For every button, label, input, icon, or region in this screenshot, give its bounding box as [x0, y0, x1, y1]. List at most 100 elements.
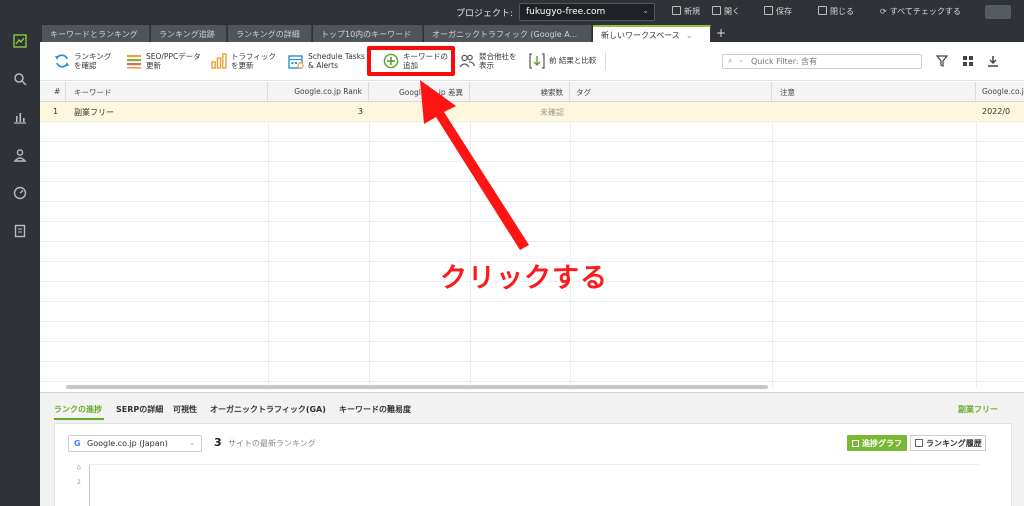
tab-keyword-difficulty[interactable]: キーワードの難易度: [339, 404, 411, 415]
quick-filter-input[interactable]: [751, 56, 916, 67]
bar-chart-icon[interactable]: [11, 110, 29, 128]
empty-row: [40, 202, 1024, 222]
schedule-tasks-button[interactable]: Schedule Tasks & Alerts: [288, 51, 366, 73]
col-header-note[interactable]: 注意: [772, 82, 976, 102]
active-tab-underline: [54, 418, 104, 420]
close-icon: [818, 6, 827, 15]
chart-tick-label: 0: [77, 465, 81, 472]
save-icon: [764, 6, 773, 15]
top-bar: プロジェクト: fukugyo-free.com ⌄ 新規 開く 保存 閉じる …: [0, 0, 1024, 24]
show-competitors-button[interactable]: 競合他社を 表示: [459, 51, 523, 73]
users-icon: [459, 54, 475, 68]
google-icon: G: [74, 439, 81, 448]
tab-rank-progress[interactable]: ランクの進捗: [54, 404, 102, 415]
progress-graph-button[interactable]: 進捗グラフ: [847, 435, 907, 451]
tab-organic-traffic[interactable]: オーガニックトラフィック (Google A...: [424, 25, 592, 42]
row-volume: 未確認: [540, 108, 564, 117]
col-header-num[interactable]: #: [40, 82, 66, 102]
open-button[interactable]: 開く: [712, 6, 740, 17]
calendar-icon: [288, 55, 304, 69]
col-header-diff[interactable]: Google.co.jp 差異: [369, 82, 470, 102]
workspace-tabs: キーワードとランキング ランキング追跡 ランキングの詳細 トップ10内のキーワー…: [40, 24, 1024, 42]
update-seo-ppc-button[interactable]: SEO/PPCデータ 更新: [126, 51, 202, 73]
chart-tick-label: 2: [77, 479, 81, 486]
new-file-icon: [672, 6, 681, 15]
col-header-tag[interactable]: タグ: [570, 82, 772, 102]
sidebar: [0, 24, 40, 506]
highlight-box: [367, 46, 455, 76]
tab-visibility[interactable]: 可視性: [173, 404, 197, 415]
filter-icon[interactable]: [935, 55, 949, 69]
empty-row: [40, 222, 1024, 242]
empty-row: [40, 302, 1024, 322]
toolbar: ランキング を確認 SEO/PPCデータ 更新 トラフィック を更新 Sched…: [40, 42, 1024, 81]
row-tag: [570, 102, 772, 122]
gauge-icon[interactable]: [11, 186, 29, 204]
annotation-text: クリックする: [440, 263, 608, 294]
rank-progress-card: G Google.co.jp (Japan) ⌄ 3 サイトの最新ランキング 進…: [54, 423, 1012, 506]
latest-rank-value: 3: [214, 436, 222, 449]
check-rankings-button[interactable]: ランキング を確認: [54, 51, 116, 73]
compare-results-label: 前 結果と比較: [549, 56, 597, 65]
col-header-volume[interactable]: 検索数: [470, 82, 570, 102]
empty-row: [40, 182, 1024, 202]
tab-organic-traffic-ga[interactable]: オーガニックトラフィック(GA): [210, 404, 326, 415]
save-button[interactable]: 保存: [764, 6, 792, 17]
user-icon[interactable]: [11, 148, 29, 166]
checkbox-icon: [852, 440, 859, 447]
tab-new-workspace[interactable]: 新しいワークスペース ⌄: [593, 25, 711, 42]
selected-keyword: 副業フリー: [958, 405, 998, 414]
empty-row: [40, 122, 1024, 142]
update-traffic-button[interactable]: トラフィック を更新: [211, 51, 276, 73]
details-panel: ランクの進捗 SERPの詳細 可視性 オーガニックトラフィック(GA) キーワー…: [40, 392, 1024, 506]
latest-rank-caption: サイトの最新ランキング: [228, 439, 316, 448]
folder-icon: [712, 6, 721, 15]
toolbar-separator: [605, 52, 606, 70]
tab-ranking-details[interactable]: ランキングの詳細: [228, 25, 312, 42]
empty-row: [40, 142, 1024, 162]
quick-filter[interactable]: ⌕ ⌄: [722, 54, 922, 69]
table-icon: [915, 439, 923, 447]
search-icon[interactable]: [11, 72, 29, 90]
col-header-rank[interactable]: Google.co.jp Rank: [268, 82, 369, 102]
ranking-history-button[interactable]: ランキング履歴: [910, 435, 986, 451]
chevron-down-icon: ⌄: [685, 31, 693, 40]
tab-serp-details[interactable]: SERPの詳細: [116, 404, 163, 415]
row-rank: 3: [357, 107, 363, 116]
row-date: 2022/0: [982, 107, 1011, 116]
show-competitors-label: 競合他社を 表示: [479, 52, 517, 70]
check-rankings-label: ランキング を確認: [74, 52, 112, 70]
avatar[interactable]: [985, 5, 1011, 19]
row-keyword: 副業フリー: [74, 108, 114, 117]
row-num: 1: [53, 107, 59, 116]
col-header-date[interactable]: Google.co.jp: [976, 82, 1024, 102]
rankings-icon[interactable]: [11, 34, 29, 52]
close-button[interactable]: 閉じる: [818, 6, 854, 17]
project-select[interactable]: fukugyo-free.com ⌄: [519, 3, 655, 21]
schedule-tasks-label: Schedule Tasks & Alerts: [308, 52, 365, 70]
check-all-button[interactable]: ⟳ すべてチェックする: [880, 6, 961, 17]
table-row[interactable]: 1 副業フリー 3 未確認 2022/0: [40, 102, 1024, 122]
tab-top10-keywords[interactable]: トップ10内のキーワード: [313, 25, 423, 42]
search-engine-select[interactable]: G Google.co.jp (Japan) ⌄: [68, 435, 202, 452]
col-header-keyword[interactable]: キーワード: [66, 82, 268, 102]
tab-rank-tracking[interactable]: ランキング追跡: [151, 25, 227, 42]
compare-icon: [529, 53, 545, 69]
horizontal-scrollbar[interactable]: [66, 385, 768, 389]
project-select-value: fukugyo-free.com: [526, 7, 606, 17]
row-diff: [369, 102, 470, 122]
download-icon[interactable]: [986, 55, 1000, 69]
reports-icon[interactable]: [11, 224, 29, 242]
new-button[interactable]: 新規: [672, 6, 700, 17]
tab-keywords-rankings[interactable]: キーワードとランキング: [42, 25, 150, 42]
empty-row: [40, 362, 1024, 382]
empty-row: [40, 162, 1024, 182]
table-header: # キーワード Google.co.jp Rank Google.co.jp 差…: [40, 82, 1024, 102]
compare-results-button[interactable]: 前 結果と比較: [529, 51, 603, 73]
refresh-icon: [55, 54, 69, 68]
refresh-icon: ⟳: [880, 7, 887, 16]
grid-view-icon[interactable]: [961, 55, 975, 69]
add-tab-icon[interactable]: +: [716, 26, 726, 40]
traffic-chart-icon: [211, 53, 227, 69]
search-engine-value: Google.co.jp (Japan): [87, 439, 168, 448]
